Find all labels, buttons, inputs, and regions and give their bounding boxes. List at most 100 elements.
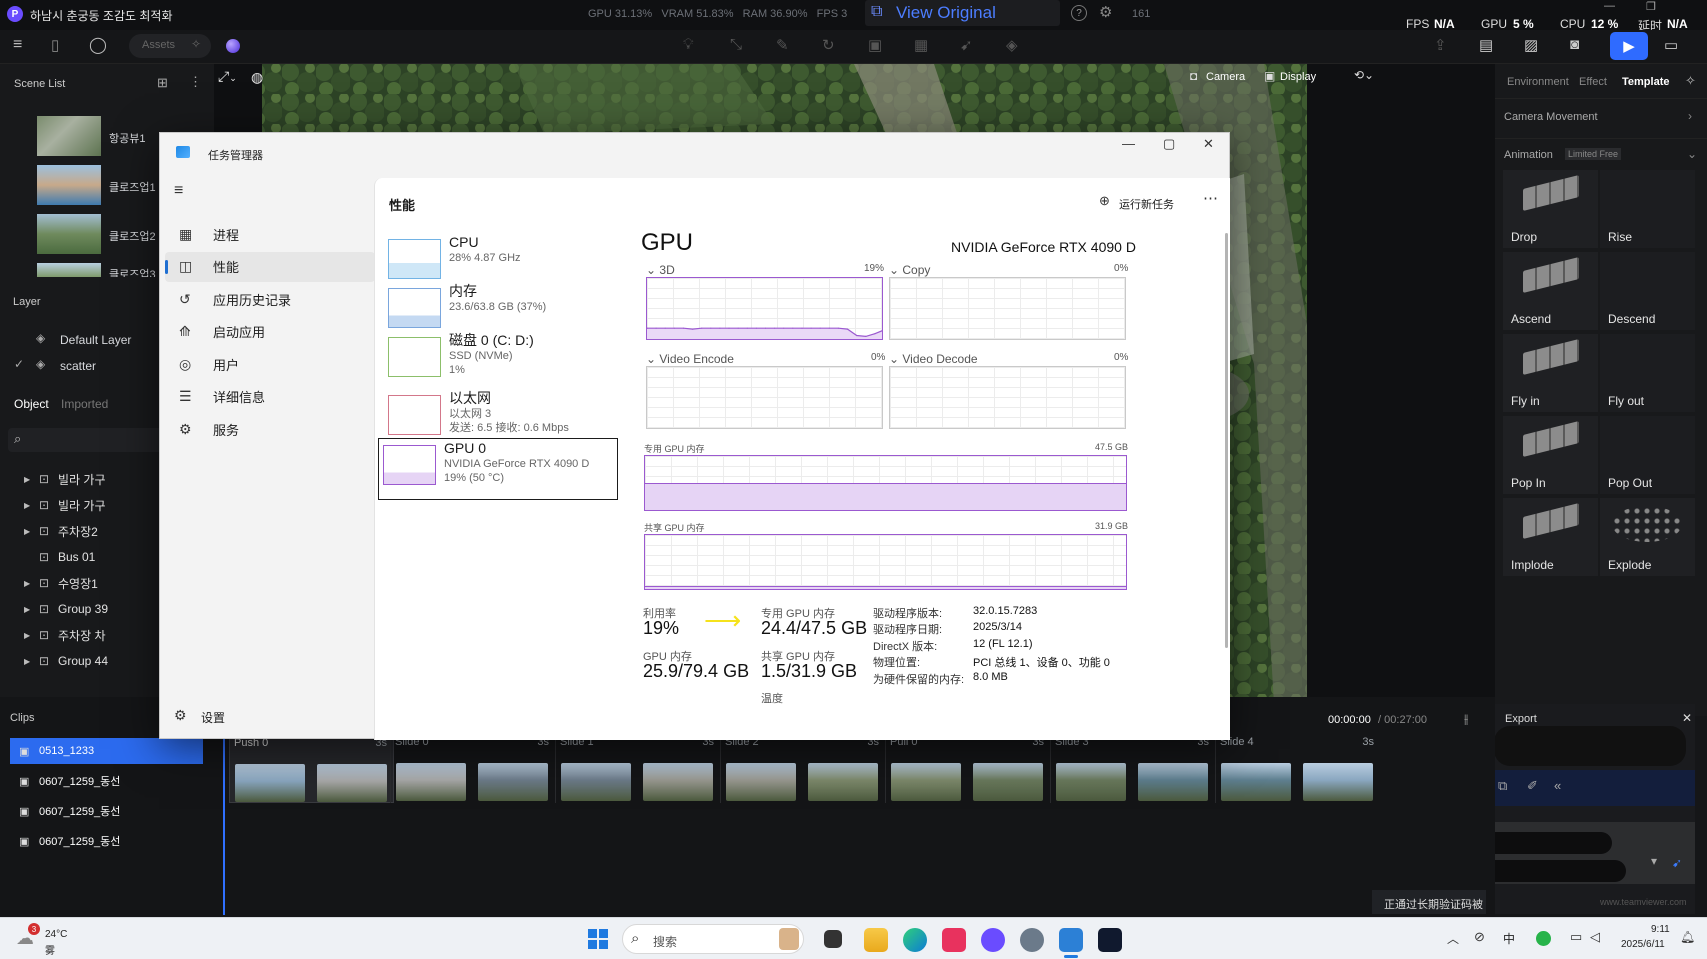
camera-icon[interactable]: ◙ (1570, 36, 1579, 53)
tray-chevron-icon[interactable]: ︿ (1447, 930, 1459, 947)
file-explorer-icon[interactable] (864, 928, 888, 952)
tab-environment[interactable]: Environment (1507, 76, 1569, 88)
chat-icon[interactable]: ◯ (89, 35, 107, 55)
nav-item[interactable]: ◎ 用户 (165, 349, 375, 379)
globe-icon[interactable]: ◍ (251, 69, 263, 86)
layers-icon[interactable]: ◈ (1006, 36, 1018, 54)
minimize-icon[interactable]: — (1604, 0, 1615, 12)
path-icon[interactable]: ⤡ (730, 36, 742, 53)
more-icon[interactable]: ⋮ (189, 74, 202, 90)
file-icon[interactable]: ▯ (51, 36, 59, 54)
animation-row[interactable]: Animation Limited Free ⌄ (1495, 138, 1707, 168)
minimize-icon[interactable]: — (1122, 136, 1135, 151)
nav-item[interactable]: ⚙ 服务 (165, 414, 375, 444)
copy-icon[interactable]: ⧉ (1498, 778, 1507, 794)
animation-tile[interactable]: Pop In (1503, 416, 1598, 494)
timeline-segment[interactable]: Slide 4 3s (1215, 729, 1380, 803)
light-icon[interactable]: 💡︎ (683, 36, 694, 53)
graph-3d[interactable] (646, 277, 883, 340)
nav-item[interactable]: ▦ 进程 (165, 219, 375, 249)
scrollbar[interactable] (1225, 233, 1228, 648)
resource-card[interactable]: GPU 0 NVIDIA GeForce RTX 4090 D 19% (50 °C… (378, 438, 618, 500)
hamburger-icon[interactable]: ≡ (174, 182, 183, 200)
graph-shared-memory[interactable] (644, 534, 1127, 590)
ime-indicator[interactable]: 中 (1503, 930, 1515, 947)
graph-video-decode[interactable] (889, 366, 1126, 429)
teamviewer-icon[interactable] (1098, 928, 1122, 952)
brush-icon[interactable]: ✎ (776, 36, 789, 54)
upload-icon[interactable]: ⇪ (1434, 36, 1447, 54)
export-item[interactable]: ▾ ➹ (1484, 822, 1695, 884)
grid-icon[interactable]: ▦ (914, 36, 928, 54)
animation-tile[interactable]: Fly out (1600, 334, 1695, 412)
expand-icon[interactable]: ▶ (24, 657, 30, 666)
close-icon[interactable]: ✕ (1203, 136, 1214, 152)
export-field[interactable] (1494, 726, 1686, 766)
display-button[interactable]: ▣ Display (1264, 68, 1328, 88)
wechat-icon[interactable] (1536, 931, 1551, 946)
restore-icon[interactable]: ❐ (1646, 0, 1656, 13)
timeline-segment[interactable]: Slide 3 3s (1050, 729, 1215, 803)
tool-icon[interactable]: ✐ (1527, 778, 1538, 794)
timeline-segment[interactable]: Pull 0 3s (885, 729, 1050, 803)
graph-copy[interactable] (889, 277, 1126, 340)
cursor-icon[interactable]: ➹ (960, 36, 973, 54)
edge-icon[interactable] (903, 928, 927, 952)
clock-time[interactable]: 9:11 (1651, 924, 1670, 935)
clip-item[interactable]: ▣ 0607_1259_동선 (10, 768, 203, 794)
help-icon[interactable]: ? (1071, 5, 1087, 21)
run-new-task-button[interactable]: ⊕ 运行新任务 (1099, 192, 1181, 214)
graph-video-encode[interactable] (646, 366, 883, 429)
maximize-icon[interactable]: ▢ (1163, 136, 1175, 152)
view-original-button[interactable]: ⧉ View Original (865, 0, 1060, 26)
animation-tile[interactable]: Fly in (1503, 334, 1598, 412)
pin-icon[interactable]: ✧ (1685, 73, 1696, 89)
expand-icon[interactable]: ▶ (24, 579, 30, 588)
assets-button[interactable]: Assets ✧ (129, 34, 211, 58)
taskbar-search[interactable]: ⌕ 搜索 (622, 924, 804, 954)
video-record-button[interactable]: ▶ (1610, 32, 1648, 60)
animation-tile[interactable]: Ascend (1503, 252, 1598, 330)
task-manager-taskbar-icon[interactable] (1059, 928, 1083, 952)
image-edit-icon[interactable]: ▨ (1524, 36, 1538, 54)
camera-button[interactable]: ◘ Camera (1190, 68, 1250, 88)
clip-item[interactable]: ▣ 0607_1259_동선 (10, 798, 203, 824)
speaker-icon[interactable]: ◁ (1590, 929, 1600, 945)
timeline-segment[interactable]: Slide 2 3s (720, 729, 885, 803)
clip-item[interactable]: ▣ 0607_1259_동선 (10, 828, 203, 854)
expand-icon[interactable]: ▶ (24, 605, 30, 614)
camera-movement-row[interactable]: Camera Movement › (1495, 98, 1707, 136)
export-tray-icon[interactable]: ▭ (1664, 36, 1678, 54)
start-button[interactable] (588, 929, 608, 949)
nav-item[interactable]: ◫ 性能 (165, 251, 375, 282)
timeline-segment[interactable]: Push 0 3s (229, 729, 394, 803)
app-pink-icon[interactable] (942, 928, 966, 952)
view-options-icon[interactable]: ⟲⌄ (1354, 68, 1374, 82)
timeline-segment[interactable]: Slide 1 3s (555, 729, 720, 803)
tab-object[interactable]: Object (14, 397, 49, 411)
animation-tile[interactable]: Drop (1503, 170, 1598, 248)
nav-item[interactable]: ☰ 详细信息 (165, 382, 375, 412)
collapse-icon[interactable]: « (1554, 778, 1561, 793)
graph-dedicated-memory[interactable] (644, 455, 1127, 511)
settings-nav-item[interactable]: ⚙ 设置 (165, 703, 365, 729)
ai-orb-icon[interactable] (226, 39, 240, 53)
render-icon[interactable]: ▤ (1479, 36, 1493, 54)
expand-icon[interactable]: ▶ (24, 475, 30, 484)
tab-template[interactable]: Template (1622, 76, 1669, 88)
clock-date[interactable]: 2025/6/11 (1621, 939, 1665, 950)
add-scene-icon[interactable]: ⊞ (157, 75, 168, 91)
expand-icon[interactable]: ▶ (24, 631, 30, 640)
animation-tile[interactable]: Rise (1600, 170, 1695, 248)
network-off-icon[interactable]: ⊘ (1474, 929, 1485, 945)
notification-icon[interactable]: 🔔︎ (1680, 930, 1695, 944)
timeline-segment[interactable]: Slide 0 3s (390, 729, 555, 803)
box-icon[interactable]: ▣ (868, 36, 882, 54)
rotate-icon[interactable]: ↻ (822, 36, 835, 54)
animation-tile[interactable]: Explode (1600, 498, 1695, 576)
tab-effect[interactable]: Effect (1579, 76, 1607, 88)
tab-imported[interactable]: Imported (61, 397, 108, 411)
resource-card[interactable]: 磁盘 0 (C: D:) SSD (NVMe) 1% (383, 330, 637, 392)
nav-item[interactable]: ⟰ 启动应用 (165, 317, 375, 347)
settings-gear-icon[interactable]: ⚙ (1099, 3, 1112, 21)
